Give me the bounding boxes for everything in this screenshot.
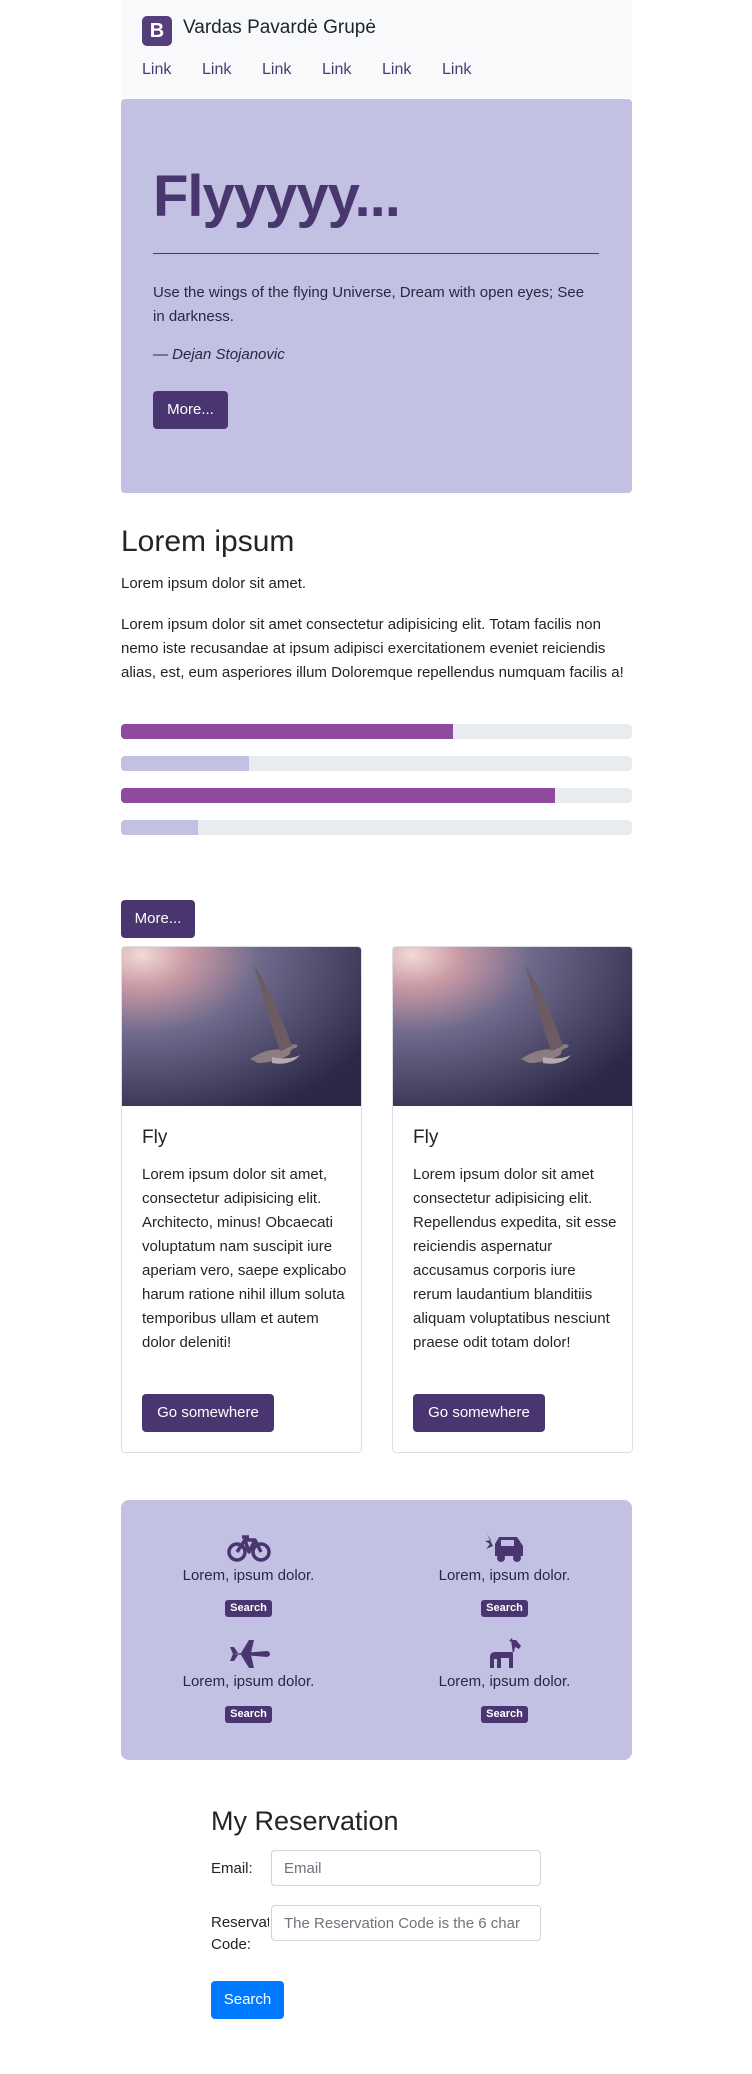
email-field[interactable] — [271, 1850, 541, 1886]
section-title: Lorem ipsum — [121, 525, 295, 558]
progress-fill-2 — [121, 756, 249, 771]
nav-link-6[interactable]: Link — [442, 61, 502, 79]
reservation-code-field[interactable] — [271, 1905, 541, 1941]
search-button[interactable]: Search — [225, 1600, 272, 1617]
progress-bar-4 — [121, 820, 632, 835]
plane-icon — [229, 1640, 270, 1668]
progress-bar-3 — [121, 788, 632, 803]
progress-fill-3 — [121, 788, 556, 803]
car-crash-icon — [484, 1534, 523, 1562]
feature-plane: Lorem, ipsum dolor. Search — [121, 1638, 376, 1723]
nav-link-4[interactable]: Link — [322, 61, 382, 79]
feature-text: Lorem, ipsum dolor. — [182, 1567, 315, 1584]
feature-text: Lorem, ipsum dolor. — [438, 1567, 571, 1584]
card-2: Fly Lorem ipsum dolor sit amet consectet… — [392, 946, 633, 1453]
hero-more-button[interactable]: More... — [153, 391, 228, 429]
hero-author: — Dejan Stojanovic — [153, 346, 285, 363]
search-button[interactable]: Search — [481, 1600, 528, 1617]
email-label: Email: — [211, 1860, 253, 1877]
nav-link-3[interactable]: Link — [262, 61, 322, 79]
card-text: Lorem ipsum dolor sit amet, consectetur … — [142, 1166, 347, 1351]
bird-image — [393, 947, 632, 1106]
bicycle-icon — [226, 1535, 271, 1562]
brand-logo[interactable]: B — [142, 16, 172, 46]
card-title: Fly — [142, 1127, 168, 1148]
card-text: Lorem ipsum dolor sit amet consectetur a… — [413, 1166, 617, 1351]
features-panel: Lorem, ipsum dolor. Search Lorem, ipsum … — [121, 1500, 632, 1760]
section-lead: Lorem ipsum dolor sit amet. — [121, 575, 307, 592]
hero-title: Flyyyyy... — [153, 164, 401, 229]
navbar: B Vardas Pavardė Grupė Link Link Link Li… — [121, 0, 632, 98]
feature-text: Lorem, ipsum dolor. — [438, 1673, 571, 1690]
progress-bar-1 — [121, 724, 632, 739]
search-button[interactable]: Search — [225, 1706, 272, 1723]
nav-links: Link Link Link Link Link Link — [142, 61, 502, 79]
go-somewhere-button[interactable]: Go somewhere — [142, 1394, 274, 1432]
feature-text: Lorem, ipsum dolor. — [182, 1673, 315, 1690]
card-title: Fly — [413, 1127, 439, 1148]
feature-car: Lorem, ipsum dolor. Search — [377, 1532, 632, 1617]
reservation-code-label: Reservation Code: — [211, 1914, 269, 1953]
brand-name[interactable]: Vardas Pavardė Grupė — [183, 17, 376, 39]
hero-quote: Use the wings of the flying Universe, Dr… — [153, 284, 585, 325]
hero-jumbotron: Flyyyyy... Use the wings of the flying U… — [121, 99, 632, 493]
go-somewhere-button[interactable]: Go somewhere — [413, 1394, 545, 1432]
section-body: Lorem ipsum dolor sit amet consectetur a… — [121, 616, 624, 681]
section-more-button[interactable]: More... — [121, 900, 195, 938]
nav-link-5[interactable]: Link — [382, 61, 442, 79]
bird-image — [122, 947, 361, 1106]
nav-link-2[interactable]: Link — [202, 61, 262, 79]
progress-bar-2 — [121, 756, 632, 771]
feature-bicycle: Lorem, ipsum dolor. Search — [121, 1532, 376, 1617]
nav-link-1[interactable]: Link — [142, 61, 202, 79]
progress-fill-4 — [121, 820, 198, 835]
horse-icon — [489, 1638, 521, 1668]
hero-divider — [153, 253, 599, 254]
reservation-search-button[interactable]: Search — [211, 1981, 284, 2019]
reservation-title: My Reservation — [211, 1806, 399, 1836]
progress-fill-1 — [121, 724, 454, 739]
feature-horse: Lorem, ipsum dolor. Search — [377, 1638, 632, 1723]
card-1: Fly Lorem ipsum dolor sit amet, consecte… — [121, 946, 362, 1453]
search-button[interactable]: Search — [481, 1706, 528, 1723]
